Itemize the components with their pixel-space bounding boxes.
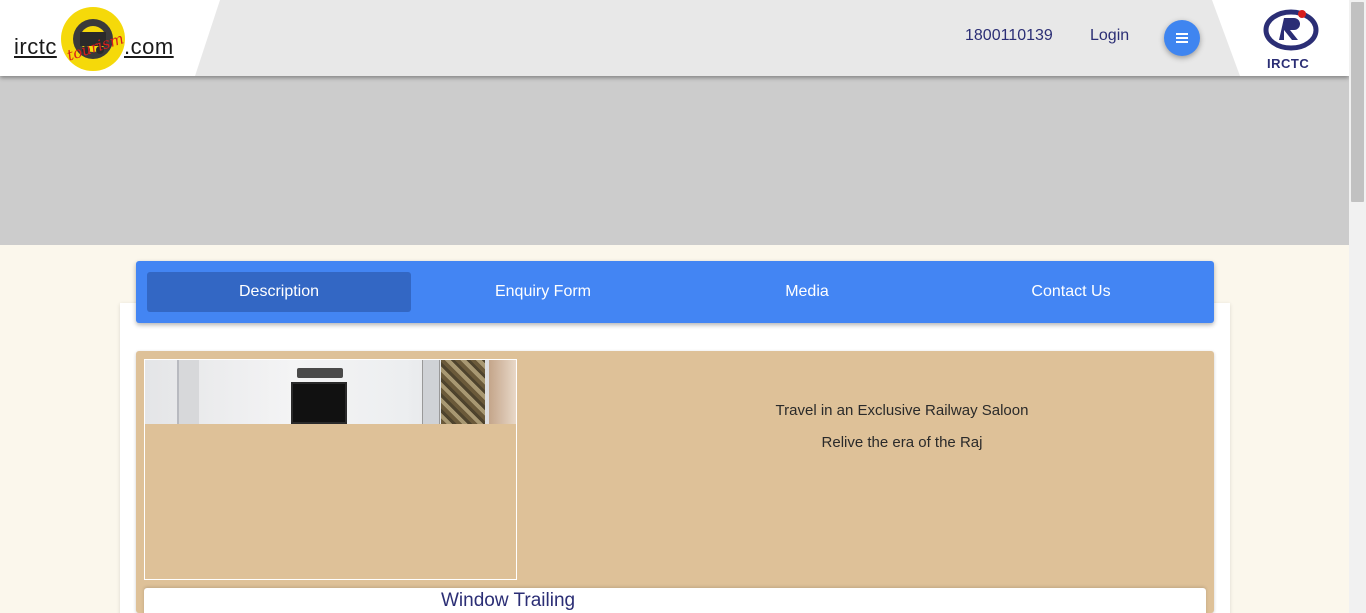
site-header: irctc tourism .com 1800110139 Login IRCT… [0, 0, 1349, 76]
logo-text-left: irctc [14, 34, 57, 59]
scrollbar-thumb[interactable] [1351, 2, 1364, 202]
tab-enquiry-form[interactable]: Enquiry Form [411, 272, 675, 312]
section-title: Window Trailing [441, 590, 576, 611]
login-link[interactable]: Login [1090, 27, 1129, 45]
section-card [144, 588, 1206, 613]
tab-media[interactable]: Media [675, 272, 939, 312]
hamburger-icon [1176, 33, 1188, 43]
helpline-number[interactable]: 1800110139 [965, 27, 1053, 45]
logo-text-right: .com [124, 34, 174, 59]
tagline-primary: Travel in an Exclusive Railway Saloon [775, 402, 1029, 419]
site-logo[interactable]: irctc tourism .com [0, 0, 220, 76]
saloon-interior-image[interactable] [145, 360, 516, 424]
tab-description[interactable]: Description [147, 272, 411, 312]
saloon-photo-frame [144, 359, 517, 580]
tab-bar: Description Enquiry Form Media Contact U… [136, 261, 1214, 323]
tv-icon [291, 382, 347, 424]
irctc-logo-icon[interactable] [1262, 4, 1320, 54]
menu-button[interactable] [1164, 20, 1200, 56]
tab-contact-us[interactable]: Contact Us [939, 272, 1203, 312]
hero-banner [0, 76, 1349, 245]
irctc-brand-text: IRCTC [1267, 56, 1310, 71]
page-scrollbar[interactable] [1349, 0, 1366, 613]
tagline-secondary: Relive the era of the Raj [821, 434, 983, 451]
